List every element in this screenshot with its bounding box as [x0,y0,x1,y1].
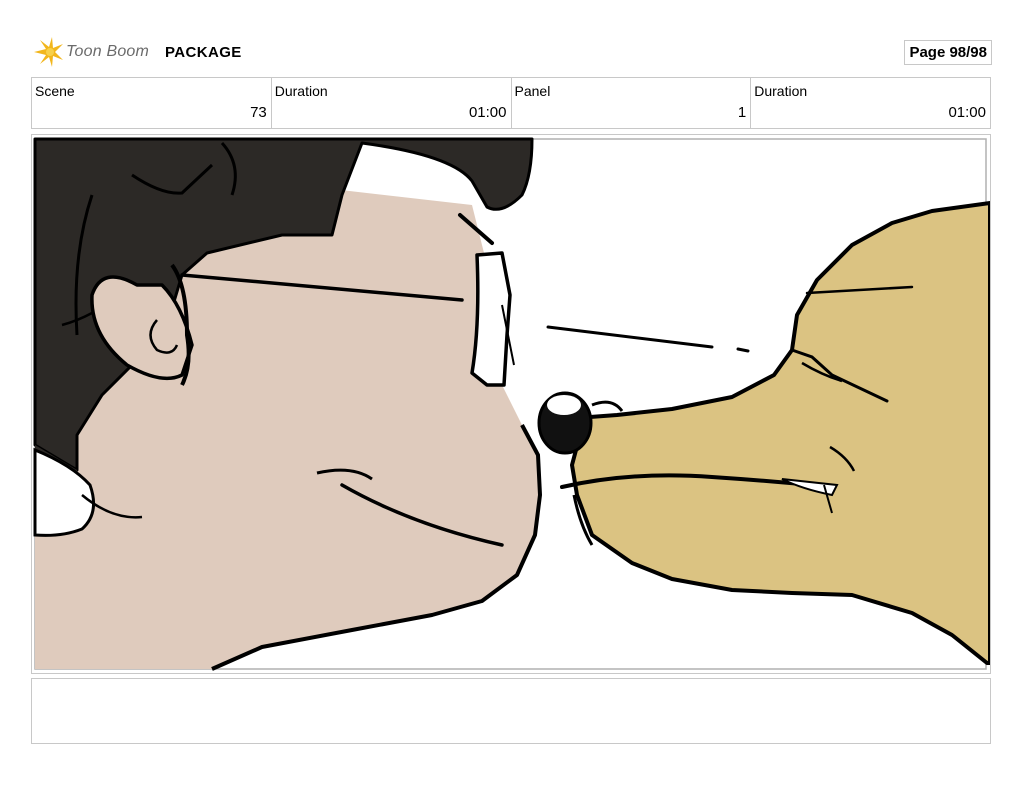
project-title: PACKAGE [165,44,242,61]
panel-cell: Panel 1 [512,78,752,128]
brand-name: Toon Boom [66,43,150,60]
scene-duration-value: 01:00 [468,104,507,121]
storyboard-panel [31,134,991,674]
starburst-icon [34,37,63,67]
dog-head [546,201,990,665]
scene-value: 73 [250,104,267,121]
panel-label: Panel [514,83,551,99]
panel-notes [31,678,991,744]
page-header: Toon Boom PACKAGE Page 98/98 [32,34,992,72]
toon-boom-logo: Toon Boom [32,34,149,70]
page-number: Page 98/98 [904,40,992,65]
panel-value: 1 [737,104,747,121]
panel-duration-value: 01:00 [948,104,986,121]
scene-duration-cell: Duration 01:00 [272,78,512,128]
scene-cell: Scene 73 [32,78,272,128]
scene-info-table: Scene 73 Duration 01:00 Panel 1 Duration… [31,77,991,129]
panel-duration-cell: Duration 01:00 [751,78,990,128]
scene-label: Scene [35,83,75,99]
panel-drawing [33,137,990,671]
boy-face [33,137,542,671]
panel-duration-label: Duration [754,83,808,99]
scene-duration-label: Duration [274,83,328,99]
